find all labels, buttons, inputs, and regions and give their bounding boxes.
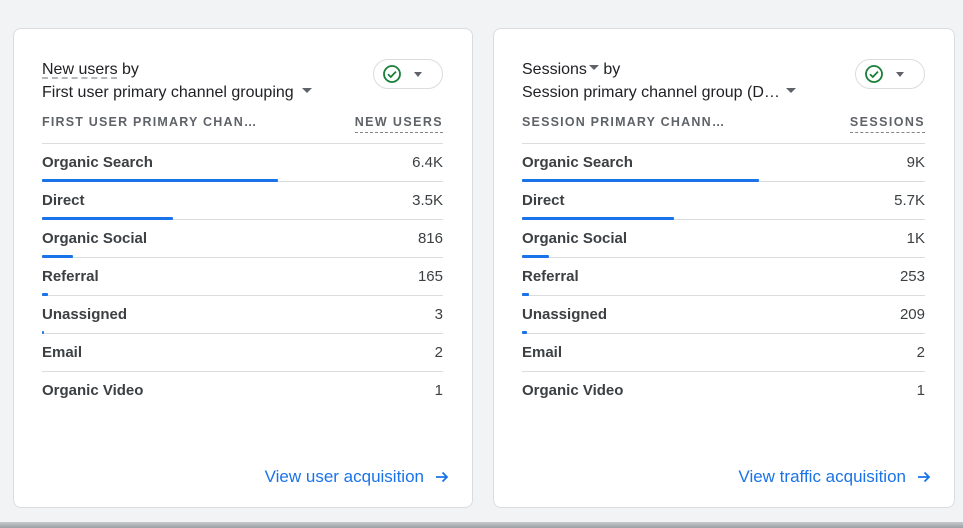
table-row: Email 2 bbox=[42, 334, 443, 372]
check-circle-icon bbox=[864, 64, 884, 84]
metric-line: Sessions by bbox=[522, 59, 822, 81]
column-header-dimension: SESSION PRIMARY CHANNEL GROUP bbox=[522, 115, 727, 129]
chevron-down-icon bbox=[896, 71, 904, 77]
row-label: Email bbox=[522, 344, 563, 361]
dropdown-caret-icon bbox=[786, 88, 796, 94]
by-label: by bbox=[122, 61, 139, 78]
metric-line: New users by bbox=[42, 59, 342, 81]
dimension-selector[interactable]: Session primary channel group (Default C… bbox=[522, 81, 822, 105]
row-value: 165 bbox=[417, 268, 443, 285]
compare-button[interactable] bbox=[373, 59, 443, 89]
row-value: 5.7K bbox=[894, 192, 925, 209]
row-value: 2 bbox=[434, 344, 443, 361]
table-row: Email 2 bbox=[522, 334, 925, 372]
table-row: Unassigned 209 bbox=[522, 296, 925, 334]
metric-selector[interactable]: Sessions bbox=[522, 61, 587, 78]
table-row: Organic Video 1 bbox=[42, 372, 443, 410]
row-label: Organic Search bbox=[522, 154, 633, 171]
table-row: Organic Video 1 bbox=[522, 372, 925, 410]
table-row: Direct 3.5K bbox=[42, 182, 443, 220]
row-value: 1 bbox=[916, 382, 925, 399]
table-rows: Organic Search 6.4K Direct 3.5K Organic … bbox=[42, 143, 443, 410]
new-users-card: New users by First user primary channel … bbox=[13, 28, 473, 508]
table-row: Organic Social 1K bbox=[522, 220, 925, 258]
column-header-metric[interactable]: SESSIONS bbox=[849, 115, 925, 133]
row-value: 209 bbox=[899, 306, 925, 323]
table-row: Organic Search 9K bbox=[522, 144, 925, 182]
table-row: Direct 5.7K bbox=[522, 182, 925, 220]
row-value: 3.5K bbox=[412, 192, 443, 209]
table-row: Unassigned 3 bbox=[42, 296, 443, 334]
view-traffic-acquisition-link[interactable]: View traffic acquisition bbox=[738, 467, 932, 487]
row-label: Referral bbox=[522, 268, 579, 285]
row-value: 9K bbox=[906, 154, 925, 171]
row-label: Organic Video bbox=[522, 382, 624, 399]
row-value: 253 bbox=[899, 268, 925, 285]
row-label: Direct bbox=[522, 192, 565, 209]
row-value: 2 bbox=[916, 344, 925, 361]
dropdown-caret-icon bbox=[301, 88, 312, 94]
card-header: New users by First user primary channel … bbox=[42, 59, 342, 105]
row-label: Unassigned bbox=[42, 306, 128, 323]
compare-button[interactable] bbox=[855, 59, 925, 89]
table-row: Organic Search 6.4K bbox=[42, 144, 443, 182]
row-label: Direct bbox=[42, 192, 85, 209]
column-header-dimension: FIRST USER PRIMARY CHANNEL GROUP bbox=[42, 115, 257, 129]
link-label: View user acquisition bbox=[264, 467, 424, 486]
row-label: Organic Video bbox=[42, 382, 144, 399]
table-header: SESSION PRIMARY CHANNEL GROUP SESSIONS bbox=[522, 113, 925, 143]
row-label: Referral bbox=[42, 268, 99, 285]
row-value: 3 bbox=[434, 306, 443, 323]
row-value: 816 bbox=[417, 230, 443, 247]
metric-selector[interactable]: New users bbox=[42, 61, 118, 78]
chevron-down-icon bbox=[414, 71, 422, 77]
arrow-right-icon bbox=[434, 469, 450, 485]
row-label: Organic Social bbox=[42, 230, 148, 247]
data-table: SESSION PRIMARY CHANNEL GROUP SESSIONS O… bbox=[522, 113, 925, 410]
bottom-shadow bbox=[0, 522, 963, 528]
data-table: FIRST USER PRIMARY CHANNEL GROUP NEW USE… bbox=[42, 113, 443, 410]
sessions-card: Sessions by Session primary channel grou… bbox=[493, 28, 955, 508]
row-value: 1K bbox=[906, 230, 925, 247]
dimension-label: First user primary channel grouping bbox=[42, 84, 294, 101]
table-row: Referral 253 bbox=[522, 258, 925, 296]
row-label: Organic Search bbox=[42, 154, 153, 171]
table-row: Organic Social 816 bbox=[42, 220, 443, 258]
row-value: 6.4K bbox=[412, 154, 443, 171]
by-label: by bbox=[603, 61, 621, 78]
table-rows: Organic Search 9K Direct 5.7K Organic So… bbox=[522, 143, 925, 410]
card-header: Sessions by Session primary channel grou… bbox=[522, 59, 822, 105]
check-circle-icon bbox=[382, 64, 402, 84]
table-row: Referral 165 bbox=[42, 258, 443, 296]
dropdown-caret-icon[interactable] bbox=[588, 65, 599, 71]
dimension-selector[interactable]: First user primary channel grouping bbox=[42, 81, 342, 105]
column-header-metric[interactable]: NEW USERS bbox=[354, 115, 443, 133]
dimension-label: Session primary channel group (Default C… bbox=[522, 84, 784, 101]
row-label: Unassigned bbox=[522, 306, 608, 323]
row-value: 1 bbox=[434, 382, 443, 399]
table-header: FIRST USER PRIMARY CHANNEL GROUP NEW USE… bbox=[42, 113, 443, 143]
row-label: Organic Social bbox=[522, 230, 628, 247]
row-label: Email bbox=[42, 344, 83, 361]
view-user-acquisition-link[interactable]: View user acquisition bbox=[265, 467, 450, 487]
link-label: View traffic acquisition bbox=[738, 467, 906, 486]
arrow-right-icon bbox=[916, 469, 932, 485]
